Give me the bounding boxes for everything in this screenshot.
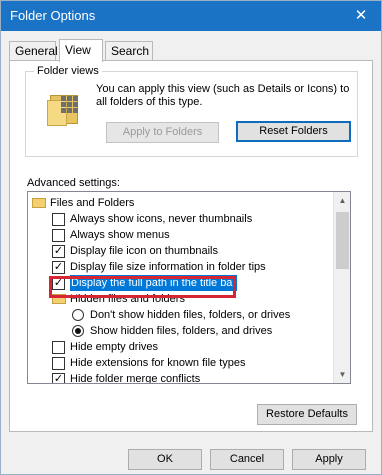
checkbox[interactable]	[52, 357, 65, 370]
advanced-settings-tree: Files and Folders Always show icons, nev…	[27, 191, 351, 384]
checkbox[interactable]: ✓	[52, 245, 65, 258]
folder-view-icon	[47, 93, 80, 126]
checkbox-label[interactable]: Display the full path in the title bar	[70, 275, 238, 291]
tree-content: Files and Folders Always show icons, nev…	[28, 192, 334, 383]
restore-defaults-button[interactable]: Restore Defaults	[257, 404, 357, 425]
ok-button[interactable]: OK	[128, 449, 202, 470]
apply-to-folders-button[interactable]: Apply to Folders	[106, 122, 219, 143]
tree-scrollbar[interactable]: ▲ ▼	[333, 192, 350, 383]
checkbox-label[interactable]: Always show menus	[70, 227, 170, 243]
folder-icon	[32, 198, 46, 208]
tree-folder-label: Hidden files and folders	[70, 293, 185, 305]
advanced-settings-label: Advanced settings:	[27, 177, 120, 189]
close-icon[interactable]: ✕	[351, 6, 371, 26]
checkbox-label[interactable]: Hide extensions for known file types	[70, 355, 245, 371]
folder-options-dialog: Folder Options ✕ General View Search Fol…	[0, 0, 382, 475]
checkbox-label[interactable]: Display file icon on thumbnails	[70, 243, 218, 259]
checkbox[interactable]: ✓	[52, 277, 65, 290]
tab-general[interactable]: General	[9, 41, 58, 60]
radio-button[interactable]	[72, 309, 84, 321]
checkbox[interactable]: ✓	[52, 373, 65, 383]
radio-label[interactable]: Don't show hidden files, folders, or dri…	[90, 307, 290, 323]
folder-views-legend: Folder views	[34, 64, 102, 78]
checkbox-label[interactable]: Always show icons, never thumbnails	[70, 211, 252, 227]
checkbox[interactable]	[52, 213, 65, 226]
tab-view[interactable]: View	[59, 39, 103, 62]
view-tab-panel: Folder views You can apply this view (su…	[9, 60, 373, 432]
checkbox[interactable]: ✓	[52, 261, 65, 274]
reset-folders-button[interactable]: Reset Folders	[236, 121, 351, 142]
radio-button[interactable]	[72, 325, 84, 337]
cancel-button[interactable]: Cancel	[210, 449, 284, 470]
folder-icon	[52, 294, 66, 304]
checkbox-label[interactable]: Display file size information in folder …	[70, 259, 266, 275]
window-title: Folder Options	[10, 8, 96, 23]
folder-views-description: You can apply this view (such as Details…	[96, 83, 350, 108]
apply-button[interactable]: Apply	[292, 449, 366, 470]
checkbox-label[interactable]: Hide empty drives	[70, 339, 158, 355]
checkbox[interactable]	[52, 341, 65, 354]
chevron-down-icon[interactable]: ▼	[334, 366, 350, 383]
tree-folder-label: Files and Folders	[50, 197, 135, 209]
title-bar: Folder Options ✕	[1, 1, 381, 31]
checkbox-label[interactable]: Hide folder merge conflicts	[70, 371, 200, 383]
checkbox[interactable]	[52, 229, 65, 242]
radio-label[interactable]: Show hidden files, folders, and drives	[90, 323, 272, 339]
scrollbar-thumb[interactable]	[336, 212, 349, 269]
chevron-up-icon[interactable]: ▲	[334, 192, 350, 209]
tab-search[interactable]: Search	[105, 41, 153, 60]
folder-views-group: Folder views You can apply this view (su…	[25, 64, 358, 157]
